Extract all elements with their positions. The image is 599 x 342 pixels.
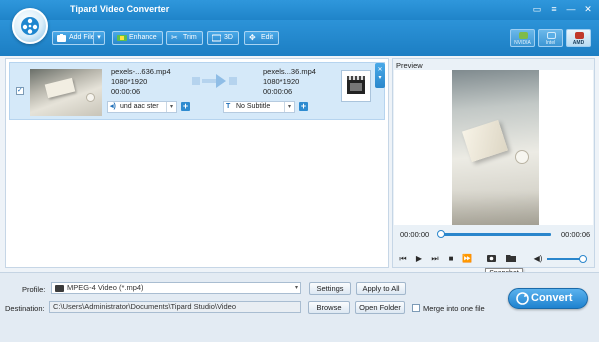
open-folder-button[interactable]: Open Folder bbox=[355, 301, 405, 314]
source-duration: 00:00:06 bbox=[111, 87, 141, 96]
3d-icon bbox=[211, 34, 222, 42]
trim-label: Trim bbox=[183, 34, 197, 41]
amd-accel-toggle[interactable]: AMD bbox=[566, 29, 591, 47]
chevron-down-icon: ▾ bbox=[97, 34, 101, 41]
convert-button[interactable]: Convert bbox=[508, 288, 588, 309]
chevron-down-icon[interactable]: ▾ bbox=[375, 74, 385, 82]
feedback-icon[interactable]: ▭ bbox=[530, 3, 544, 15]
3d-button[interactable]: 3D bbox=[207, 31, 239, 45]
next-frame-icon[interactable]: ⏭ bbox=[430, 254, 440, 264]
menu-icon[interactable]: ≡ bbox=[547, 3, 561, 15]
speaker-icon: ◂) bbox=[110, 103, 116, 110]
amd-label: AMD bbox=[572, 40, 585, 46]
amd-icon bbox=[575, 32, 584, 39]
convert-icon bbox=[516, 292, 529, 305]
add-audio-button[interactable]: + bbox=[181, 102, 190, 111]
browse-button[interactable]: Browse bbox=[308, 301, 350, 314]
source-resolution: 1080*1920 bbox=[111, 77, 148, 86]
3d-label: 3D bbox=[224, 34, 233, 41]
edit-label: Edit bbox=[261, 34, 274, 41]
nvidia-label: NVIDIA bbox=[514, 40, 531, 46]
volume-slider[interactable] bbox=[547, 258, 583, 260]
file-list: pexels-...636.mp4 1080*1920 00:00:06 pex… bbox=[5, 58, 389, 268]
play-icon[interactable]: ▶ bbox=[414, 254, 424, 264]
title-bar: Tipard Video Converter ▭ ≡ — ✕ bbox=[0, 0, 599, 20]
profile-value: MPEG-4 Video (*.mp4) bbox=[67, 283, 144, 292]
add-file-label: Add File bbox=[69, 34, 95, 41]
snapshot-icon[interactable] bbox=[486, 254, 496, 264]
video-frame bbox=[452, 70, 539, 225]
output-format-icon[interactable] bbox=[341, 70, 371, 102]
fast-forward-icon[interactable]: ⏩ bbox=[462, 254, 472, 264]
destination-input[interactable]: C:\Users\Administrator\Documents\Tipard … bbox=[49, 301, 301, 313]
file-checkbox[interactable] bbox=[16, 86, 24, 95]
chevron-down-icon: ▾ bbox=[166, 102, 176, 112]
target-file-name: pexels...36.mp4 bbox=[263, 67, 316, 76]
edit-icon: ✥ bbox=[249, 33, 256, 42]
merge-checkbox[interactable] bbox=[412, 304, 420, 312]
total-time: 00:00:06 bbox=[561, 230, 591, 239]
intel-label: Intel bbox=[545, 40, 556, 46]
source-file-name: pexels-...636.mp4 bbox=[111, 67, 171, 76]
preview-panel: Preview 00:00:00 00:00:06 ⏮ ▶ ⏭ ■ ⏩ ◀) bbox=[392, 58, 595, 268]
video-format-icon bbox=[55, 285, 64, 292]
target-duration: 00:00:06 bbox=[263, 87, 293, 96]
video-thumbnail[interactable] bbox=[30, 69, 102, 116]
enhance-label: Enhance bbox=[129, 34, 157, 41]
volume-handle[interactable] bbox=[579, 255, 587, 263]
enhance-icon bbox=[117, 34, 127, 42]
scissors-icon: ✂ bbox=[171, 33, 178, 42]
preview-label: Preview bbox=[396, 61, 423, 70]
settings-button[interactable]: Settings bbox=[309, 282, 351, 295]
text-icon: T bbox=[226, 103, 231, 110]
convert-arrow-icon bbox=[192, 74, 237, 88]
profile-label: Profile: bbox=[22, 285, 46, 294]
destination-value: C:\Users\Administrator\Documents\Tipard … bbox=[53, 302, 236, 311]
subtitle-select[interactable]: T No Subtitle ▾ bbox=[223, 101, 295, 113]
audio-track-value: und aac ster bbox=[120, 103, 159, 110]
profile-select[interactable]: MPEG-4 Video (*.mp4) ▾ bbox=[51, 282, 301, 294]
add-file-icon bbox=[57, 34, 66, 42]
seek-handle[interactable] bbox=[437, 230, 445, 238]
close-icon[interactable]: ✕ bbox=[375, 66, 385, 74]
nvidia-accel-toggle[interactable]: NVIDIA bbox=[510, 29, 535, 47]
row-actions-strip[interactable]: ✕ ▾ bbox=[375, 63, 385, 88]
nvidia-icon bbox=[519, 32, 528, 39]
intel-accel-toggle[interactable]: Intel bbox=[538, 29, 563, 47]
previous-icon[interactable]: ⏮ bbox=[398, 254, 408, 264]
destination-label: Destination: bbox=[5, 304, 45, 313]
target-resolution: 1080*1920 bbox=[263, 77, 300, 86]
chevron-down-icon: ▾ bbox=[284, 102, 294, 112]
convert-label: Convert bbox=[531, 292, 573, 304]
intel-icon bbox=[547, 32, 556, 39]
current-time: 00:00:00 bbox=[400, 230, 430, 239]
subtitle-value: No Subtitle bbox=[236, 103, 271, 110]
volume-icon[interactable]: ◀) bbox=[533, 254, 543, 264]
minimize-button[interactable]: — bbox=[564, 3, 578, 15]
edit-button[interactable]: ✥ Edit bbox=[244, 31, 280, 45]
toolbar: Add File ▾ Enhance ✂ Trim 3D ✥ Edit NVID… bbox=[0, 8, 599, 56]
add-file-dropdown-button[interactable]: ▾ bbox=[93, 31, 105, 45]
app-title: Tipard Video Converter bbox=[70, 4, 170, 14]
merge-label: Merge into one file bbox=[423, 304, 485, 313]
file-row[interactable]: pexels-...636.mp4 1080*1920 00:00:06 pex… bbox=[9, 62, 385, 120]
add-subtitle-button[interactable]: + bbox=[299, 102, 308, 111]
chevron-down-icon: ▾ bbox=[294, 285, 298, 291]
video-area[interactable] bbox=[394, 70, 593, 225]
audio-track-select[interactable]: ◂) und aac ster ▾ bbox=[107, 101, 177, 113]
stop-icon[interactable]: ■ bbox=[446, 254, 456, 264]
folder-icon[interactable] bbox=[506, 254, 516, 264]
trim-button[interactable]: ✂ Trim bbox=[166, 31, 203, 45]
seek-bar[interactable] bbox=[441, 233, 551, 236]
app-logo-icon bbox=[12, 8, 48, 44]
apply-to-all-button[interactable]: Apply to All bbox=[356, 282, 406, 295]
close-button[interactable]: ✕ bbox=[581, 3, 595, 15]
enhance-button[interactable]: Enhance bbox=[112, 31, 163, 45]
